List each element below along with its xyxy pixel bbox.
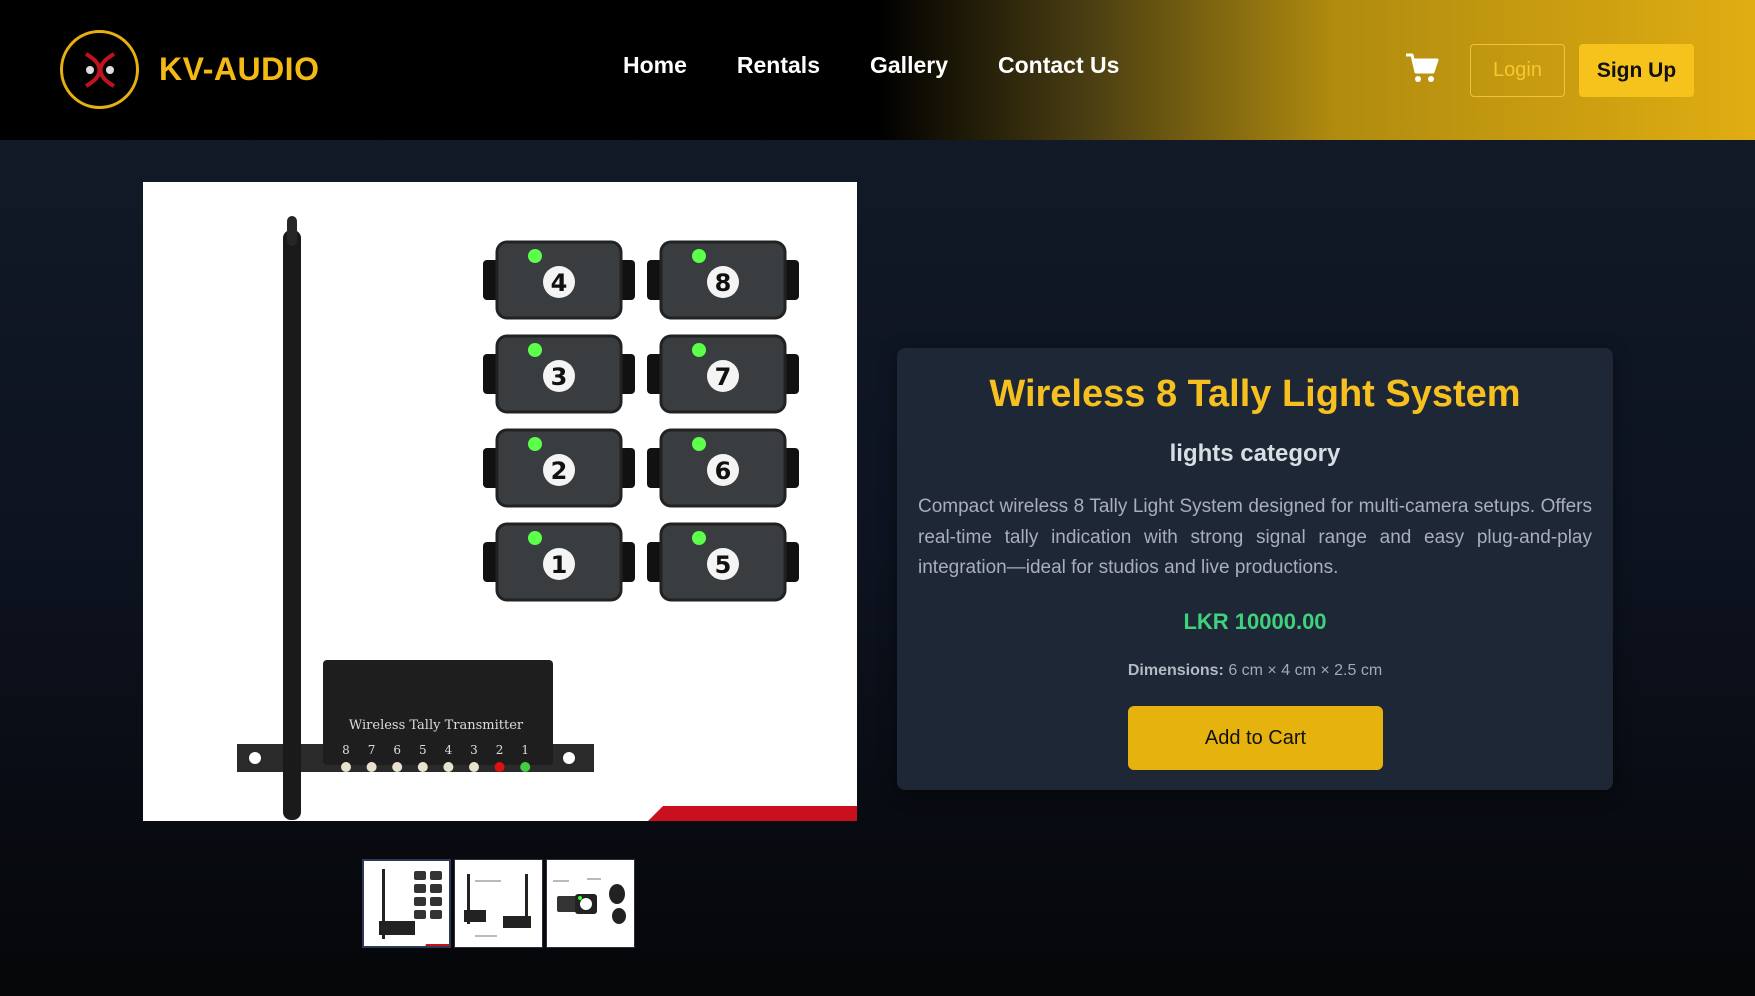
nav-home[interactable]: Home <box>623 52 687 79</box>
nav-rentals[interactable]: Rentals <box>737 52 820 79</box>
tally-light-number: 5 <box>715 551 732 579</box>
product-price: LKR 10000.00 <box>1183 609 1327 634</box>
tally-light-number: 8 <box>715 269 732 297</box>
transmitter-channel-number: 6 <box>393 743 401 757</box>
brand-logo-link[interactable]: KV-AUDIO <box>60 30 319 109</box>
thumbnail-1[interactable] <box>362 859 451 948</box>
add-to-cart-button[interactable]: Add to Cart <box>1128 706 1383 770</box>
nav-contact-us[interactable]: Contact Us <box>998 52 1119 79</box>
transmitter-led <box>341 762 351 772</box>
thumbnail-2[interactable] <box>454 859 543 948</box>
login-button[interactable]: Login <box>1470 44 1565 97</box>
tally-light-unit: 3 <box>483 334 635 414</box>
tally-light-unit: 5 <box>647 522 799 602</box>
top-navbar: KV-AUDIO Home Rentals Gallery Contact Us… <box>0 0 1755 140</box>
transmitter-led <box>469 762 479 772</box>
transmitter-channel-number: 3 <box>470 743 478 757</box>
tally-light-unit: 1 <box>483 522 635 602</box>
main-nav: Home Rentals Gallery Contact Us <box>623 52 1119 79</box>
thumbnail-3[interactable] <box>546 859 635 948</box>
sign-up-button[interactable]: Sign Up <box>1579 44 1694 97</box>
tally-light-unit: 8 <box>647 240 799 320</box>
transmitter-led <box>494 762 505 772</box>
product-description: Compact wireless 8 Tally Light System de… <box>918 496 1592 578</box>
tally-light-number: 6 <box>715 457 732 485</box>
dimensions-label: Dimensions: <box>1127 662 1224 679</box>
transmitter-channel-number: 2 <box>496 743 504 757</box>
transmitter-led <box>417 762 428 772</box>
transmitter-channel-number: 5 <box>419 743 427 757</box>
product-dimensions: Dimensions: 6 cm × 4 cm × 2.5 cm <box>897 662 1613 680</box>
tally-light-unit: 2 <box>483 428 635 508</box>
dimensions-value: 6 cm × 4 cm × 2.5 cm <box>1228 662 1383 679</box>
tally-light-number: 7 <box>715 363 732 391</box>
transmitter-channel-number: 1 <box>521 743 529 757</box>
product-details-card: Wireless 8 Tally Light System lights cat… <box>897 348 1613 790</box>
tally-light-unit: 7 <box>647 334 799 414</box>
shopping-cart-icon[interactable] <box>1405 52 1439 84</box>
tally-light-number: 1 <box>551 551 568 579</box>
product-title: Wireless 8 Tally Light System <box>989 373 1521 415</box>
product-main-image: Wireless Tally Transmitter 8 7 6 5 4 3 2 1 4 8 3 7… <box>143 182 857 821</box>
product-category: lights category <box>1169 440 1341 467</box>
transmitter-led <box>443 762 454 772</box>
tally-light-number: 2 <box>551 457 568 485</box>
nav-gallery[interactable]: Gallery <box>870 52 948 79</box>
brand-name: KV-AUDIO <box>159 51 320 87</box>
thumbnail-strip <box>362 859 635 948</box>
tally-light-number: 4 <box>551 269 568 297</box>
transmitter-label: Wireless Tally Transmitter <box>349 718 524 733</box>
tally-light-number: 3 <box>551 363 568 391</box>
tally-light-unit: 4 <box>483 240 635 320</box>
transmitter-channel-number: 7 <box>368 743 376 757</box>
tally-light-unit: 6 <box>647 428 799 508</box>
transmitter-channel-number: 8 <box>342 743 350 757</box>
logo-icon <box>60 30 139 109</box>
transmitter-led <box>392 762 403 772</box>
transmitter-channel-number: 4 <box>445 743 453 757</box>
transmitter-led <box>366 762 377 772</box>
transmitter-led <box>520 762 531 772</box>
